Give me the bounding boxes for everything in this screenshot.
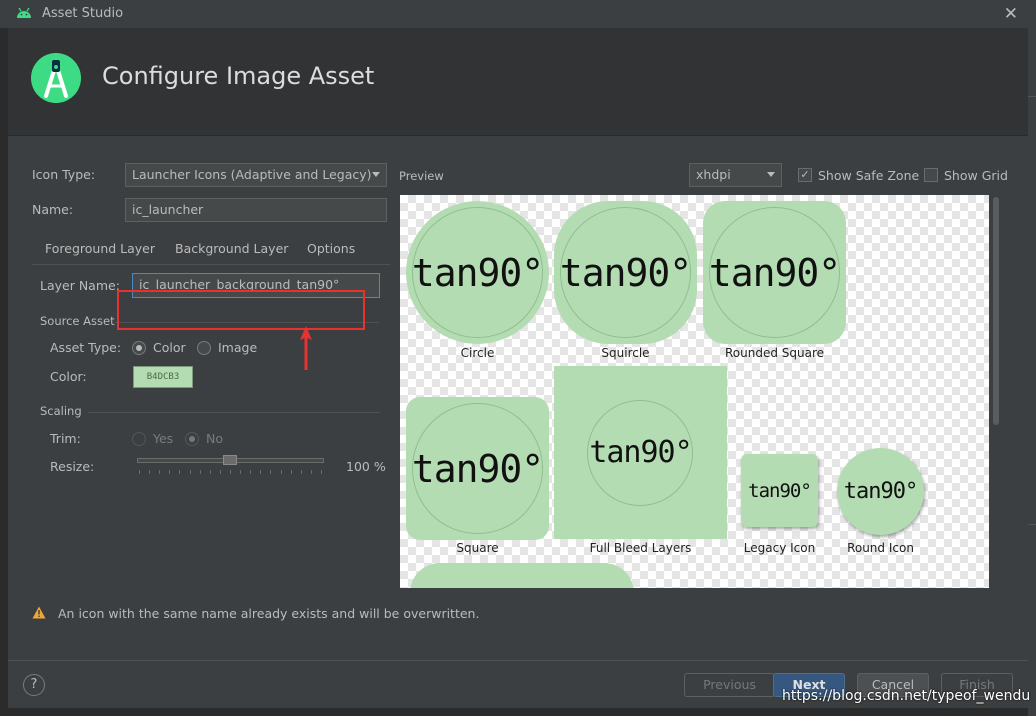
trim-label: Trim:: [50, 431, 81, 446]
slider-tick: [189, 470, 191, 474]
slider-tick: [321, 470, 322, 474]
tile-caption-round-icon: Round Icon: [847, 541, 914, 555]
preview-scrollbar-thumb[interactable]: [993, 197, 999, 425]
slider-tick: [270, 470, 272, 474]
close-icon[interactable]: ✕: [1004, 4, 1018, 24]
asset-type-label: Asset Type:: [50, 340, 122, 355]
chevron-down-icon: [372, 172, 380, 177]
icon-text: tan90°: [411, 447, 544, 491]
show-grid-checkbox[interactable]: [924, 168, 938, 182]
asset-studio-dialog: Configure Image Asset Icon Type: Launche…: [8, 28, 1028, 708]
android-studio-logo-icon: [31, 53, 81, 103]
icon-text: tan90°: [708, 251, 841, 295]
edge-mark: [1028, 96, 1036, 97]
background-window-edge: [1028, 28, 1036, 716]
density-value: xhdpi: [696, 167, 731, 182]
icon-text: tan90°: [748, 480, 812, 502]
show-safe-zone-label: Show Safe Zone: [818, 168, 920, 183]
trim-no-radio[interactable]: [185, 432, 199, 446]
asset-type-image-radio[interactable]: [197, 341, 211, 355]
slider-tick: [179, 470, 181, 474]
slider-tick: [260, 470, 262, 474]
slider-tick: [139, 470, 140, 474]
tile-caption-full-bleed-layers: Full Bleed Layers: [589, 541, 692, 555]
red-arrow-icon: [300, 326, 312, 370]
name-label: Name:: [32, 202, 74, 217]
help-button[interactable]: ?: [23, 674, 45, 696]
trim-no-label: No: [206, 431, 223, 446]
tile-caption-circle: Circle: [460, 346, 495, 360]
color-swatch[interactable]: B4DCB3: [133, 366, 193, 388]
chevron-down-icon: [767, 172, 775, 177]
previous-button[interactable]: Previous: [684, 673, 775, 697]
icon-type-select[interactable]: Launcher Icons (Adaptive and Legacy): [125, 163, 387, 187]
slider-tick: [290, 470, 292, 474]
icon-text: tan90°: [411, 251, 544, 295]
name-input[interactable]: ic_launcher: [125, 198, 387, 222]
warning-triangle-icon: [32, 606, 46, 619]
slider-tick: [149, 470, 151, 474]
show-safe-zone-checkbox[interactable]: ✓: [798, 168, 812, 182]
icon-text: tan90°: [559, 251, 692, 295]
resize-label: Resize:: [50, 459, 95, 474]
slider-tick: [250, 470, 252, 474]
slider-tick: [300, 470, 302, 474]
scaling-divider: [88, 412, 380, 413]
slider-tick: [199, 470, 201, 474]
asset-type-color-label: Color: [153, 340, 186, 355]
tile-caption-square: Square: [456, 541, 499, 555]
trim-yes-radio[interactable]: [132, 432, 146, 446]
slider-tick: [310, 470, 312, 474]
slider-tick: [169, 470, 171, 474]
footer-divider: [8, 660, 1028, 661]
android-icon: [17, 7, 31, 18]
watermark-text: https://blog.csdn.net/typeof_wendu: [782, 688, 1031, 704]
source-asset-heading: Source Asset: [40, 314, 115, 328]
scaling-heading: Scaling: [40, 404, 82, 418]
slider-tick: [209, 470, 211, 474]
density-select[interactable]: xhdpi: [689, 163, 782, 187]
slider-tick: [240, 470, 242, 474]
color-label: Color:: [50, 369, 87, 384]
asset-type-image-label: Image: [218, 340, 258, 355]
icon-text: tan90°: [843, 479, 918, 504]
window-titlebar: Asset Studio ✕: [0, 0, 1036, 28]
slider-tick: [280, 470, 282, 474]
slider-tick: [219, 470, 221, 474]
preview-label: Preview: [399, 169, 444, 183]
icon-type-value: Launcher Icons (Adaptive and Legacy): [132, 167, 372, 182]
tab-options[interactable]: Options: [307, 241, 355, 256]
edge-mark: [1028, 524, 1036, 525]
tile-caption-rounded-square: Rounded Square: [724, 346, 825, 360]
highlight-annotation-box: [117, 290, 365, 330]
preview-canvas: tan90° Circle tan90° Squircle tan90° Rou…: [400, 195, 989, 588]
tile-caption-legacy-icon: Legacy Icon: [743, 541, 816, 555]
page-title: Configure Image Asset: [102, 62, 375, 90]
trim-yes-label: Yes: [153, 431, 174, 446]
asset-type-color-radio[interactable]: [132, 341, 146, 355]
tile-caption-squircle: Squircle: [601, 346, 650, 360]
preview-scrollbar[interactable]: [991, 195, 1001, 588]
show-grid-label: Show Grid: [944, 168, 1008, 183]
icon-type-label: Icon Type:: [32, 167, 96, 182]
slider-tick: [230, 470, 231, 474]
dialog-header: Configure Image Asset: [8, 28, 1028, 136]
next-row-icon-preview: [410, 563, 634, 588]
warning-message: An icon with the same name already exist…: [58, 606, 480, 621]
resize-slider-thumb[interactable]: [223, 455, 237, 465]
layer-name-label: Layer Name:: [40, 278, 120, 293]
tab-foreground-layer[interactable]: Foreground Layer: [45, 241, 155, 256]
tab-background-layer[interactable]: Background Layer: [175, 241, 288, 256]
tab-divider: [32, 264, 390, 265]
window-title: Asset Studio: [42, 6, 124, 21]
icon-text: tan90°: [589, 435, 692, 470]
resize-value: 100 %: [346, 459, 386, 474]
slider-tick: [159, 470, 161, 474]
